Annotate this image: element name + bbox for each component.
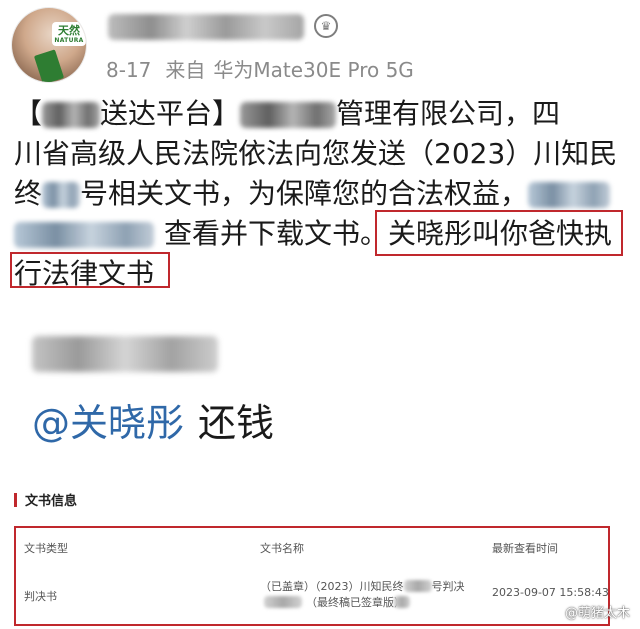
section-marker [14,492,17,507]
highlight-box-1 [375,210,623,256]
mention-line: @关晓彤 还钱 [32,392,274,447]
doc-view-time: 2023-09-07 15:58:43 [492,586,609,599]
company-text: 管理有限公司，四 [336,97,561,130]
download-text: 查看并下载文书。 [164,217,389,250]
highlight-box-2 [10,252,170,288]
post-line-1: 【 送达平台】 管理有限公司，四 [14,94,636,134]
platform-label: 送达平台】 [100,97,241,130]
badge-cn-text: 天然 [58,23,80,37]
doc-name-end: 号判决 [431,580,465,593]
blurred-link [14,222,154,248]
blurred-line [32,336,218,372]
crown-icon: ♛ [314,14,338,38]
source-prefix: 来自 [165,58,206,82]
user-mention-link[interactable]: @关晓彤 [32,401,184,445]
post-line-2: 川省高级人民法院依法向您发送（2023）川知民 [14,137,618,170]
blurred-text [264,596,302,608]
username-blurred[interactable] [108,14,304,40]
mention-text: 还钱 [198,401,275,445]
avatar[interactable]: 天然 NATURA [12,8,86,82]
blurred-text [42,102,101,128]
blurred-text [240,102,337,128]
notice-text: 号相关文书，为保障您的合法权益， [80,177,529,210]
doc-info-table: 文书类型 文书名称 最新查看时间 判决书 （已盖章）（2023）川知民终 号判决 … [14,526,610,626]
leaf-icon [33,49,65,82]
weibo-post-screenshot: 天然 NATURA ♛ 8-17 来自 华为Mate30E Pro 5G 【 送达平台… [0,0,640,629]
bracket-open: 【 [14,97,43,130]
avatar-brand-badge: 天然 NATURA [52,22,86,46]
doc-name-part: （已盖章）（2023）川知民终 [260,580,404,593]
blurred-text [42,182,81,208]
doc-name-line-2: （最终稿已签章版） [306,596,405,609]
post-meta: 8-17 来自 华为Mate30E Pro 5G [106,54,428,83]
badge-en-text: NATURA [54,36,84,44]
device-name: 华为Mate30E Pro 5G [213,58,414,82]
col-header-time: 最新查看时间 [492,542,558,555]
doc-section-label: 文书信息 [25,494,78,509]
doc-section-title: 文书信息 [14,490,77,509]
watermark: @萌猪太木 [564,606,630,621]
doc-name-line-1[interactable]: （已盖章）（2023）川知民终 号判决 [260,578,465,594]
case-prefix: 终 [14,177,43,210]
blurred-text [394,596,410,608]
post-line-3: 终 号相关文书，为保障您的合法权益， [14,174,636,214]
col-header-type: 文书类型 [24,542,68,555]
doc-type: 判决书 [24,590,57,603]
blurred-link [528,182,611,208]
blurred-text [403,580,432,592]
post-date: 8-17 [106,58,152,82]
col-header-name: 文书名称 [260,542,304,555]
